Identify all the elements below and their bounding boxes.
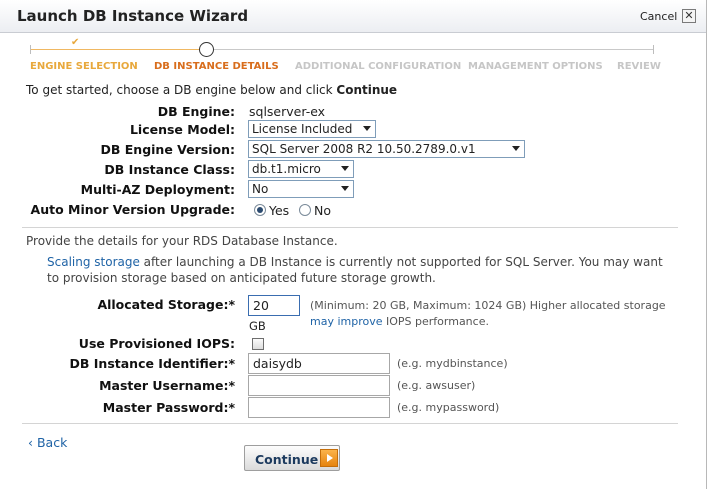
dropdown-arrow-icon xyxy=(512,146,520,151)
db-engine-value: sqlserver-ex xyxy=(249,104,326,119)
license-model-label: License Model: xyxy=(129,122,235,137)
engine-version-label: DB Engine Version: xyxy=(100,142,236,157)
cancel-link[interactable]: Cancel xyxy=(640,10,677,23)
multi-az-label: Multi-AZ Deployment: xyxy=(80,182,235,197)
db-engine-label: DB Engine: xyxy=(157,104,235,119)
step-engine-selection: ENGINE SELECTION xyxy=(30,61,138,72)
engine-version-select[interactable]: SQL Server 2008 R2 10.50.2789.0.v1 xyxy=(248,140,525,158)
allocated-storage-input[interactable]: 20 xyxy=(248,295,300,316)
master-username-label: Master Username:* xyxy=(99,378,235,393)
instance-class-label: DB Instance Class: xyxy=(104,162,235,177)
window-title: Launch DB Instance Wizard xyxy=(17,7,249,25)
master-username-hint: (e.g. awsuser) xyxy=(397,379,476,392)
step-remaining-line xyxy=(214,49,654,50)
details-heading: Provide the details for your RDS Databas… xyxy=(26,234,338,248)
current-step-circle-icon xyxy=(199,42,214,57)
auto-minor-yes-label: Yes xyxy=(269,203,290,218)
step-review: REVIEW xyxy=(617,61,661,72)
allocated-storage-hint: (Minimum: 20 GB, Maximum: 1024 GB) Highe… xyxy=(310,299,666,328)
continue-button[interactable]: Continue xyxy=(244,445,340,471)
auto-minor-no-label: No xyxy=(314,203,331,218)
auto-minor-yes-radio[interactable] xyxy=(254,204,266,216)
dropdown-arrow-icon xyxy=(363,126,371,131)
instance-identifier-input[interactable]: daisydb xyxy=(248,353,390,374)
provisioned-iops-checkbox[interactable] xyxy=(252,338,264,350)
master-password-hint: (e.g. mypassword) xyxy=(397,401,500,414)
auto-minor-no-radio[interactable] xyxy=(299,204,311,216)
intro-emphasis: Continue xyxy=(336,83,398,97)
provisioned-iops-label: Use Provisioned IOPS: xyxy=(78,336,235,351)
title-bar: Launch DB Instance Wizard Cancel ✕ xyxy=(0,0,706,33)
section-divider xyxy=(22,227,678,228)
master-password-label: Master Password:* xyxy=(102,400,235,415)
step-tick xyxy=(653,45,654,54)
intro-text: To get started, choose a DB engine below… xyxy=(26,83,398,97)
launch-wizard-dialog: Launch DB Instance Wizard Cancel ✕ ✔ ENG… xyxy=(0,0,707,489)
allocated-storage-unit: GB xyxy=(249,319,266,333)
storage-note: Scaling storage after launching a DB Ins… xyxy=(47,255,663,285)
step-management-options: MANAGEMENT OPTIONS xyxy=(468,61,603,72)
step-progress-line xyxy=(30,49,200,50)
chevron-left-icon: ‹ xyxy=(28,435,33,450)
back-link[interactable]: ‹ Back xyxy=(28,435,67,450)
instance-identifier-hint: (e.g. mydbinstance) xyxy=(397,357,508,370)
master-password-input[interactable] xyxy=(248,397,390,418)
footer-divider xyxy=(22,423,678,424)
master-username-input[interactable] xyxy=(248,375,390,396)
scaling-storage-link[interactable]: Scaling storage xyxy=(47,255,140,269)
close-icon[interactable]: ✕ xyxy=(682,9,696,23)
step-additional-configuration: ADDITIONAL CONFIGURATION xyxy=(295,61,462,72)
dropdown-arrow-icon xyxy=(341,186,349,191)
arrow-right-icon xyxy=(320,449,338,467)
multi-az-select[interactable]: No xyxy=(248,180,354,198)
may-improve-link[interactable]: may improve xyxy=(310,315,383,328)
allocated-storage-label: Allocated Storage:* xyxy=(97,297,235,312)
license-model-select[interactable]: License Included xyxy=(248,120,376,138)
instance-class-select[interactable]: db.t1.micro xyxy=(248,160,354,178)
auto-minor-upgrade-label: Auto Minor Version Upgrade: xyxy=(30,202,235,217)
checkmark-icon: ✔ xyxy=(71,37,80,48)
step-db-instance-details: DB INSTANCE DETAILS xyxy=(154,61,279,72)
step-tick xyxy=(30,45,31,54)
dropdown-arrow-icon xyxy=(341,166,349,171)
instance-identifier-label: DB Instance Identifier:* xyxy=(69,356,235,371)
